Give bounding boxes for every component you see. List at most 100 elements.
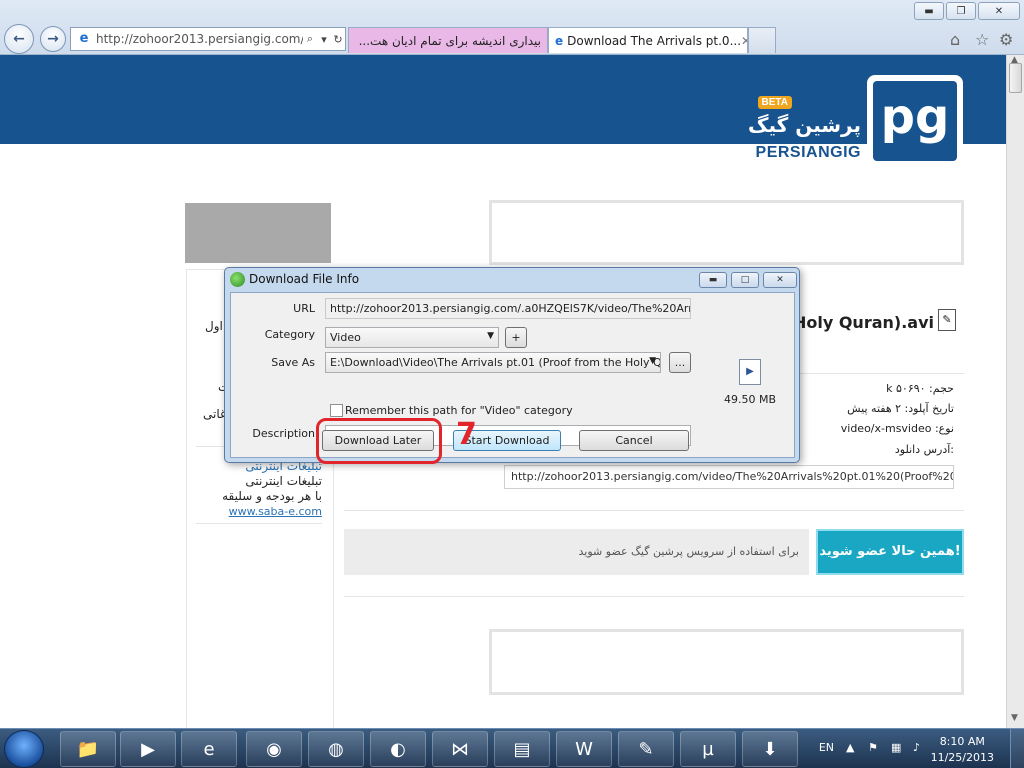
utorrent-taskbar-icon[interactable]: µ bbox=[680, 731, 736, 767]
scroll-down-icon[interactable]: ▼ bbox=[1011, 713, 1018, 723]
file-document-icon: ✎ bbox=[938, 309, 956, 331]
address-url[interactable]: http://zohoor2013.persiangig.com/v bbox=[96, 32, 303, 46]
step-number: 7 bbox=[456, 417, 477, 452]
maximize-button[interactable]: ❐ bbox=[946, 2, 976, 20]
address-bar[interactable]: e http://zohoor2013.persiangig.com/v ⌕ ▾… bbox=[70, 27, 346, 51]
divider bbox=[344, 596, 964, 597]
site-logo[interactable]: pg bbox=[867, 75, 963, 167]
minimize-icon: ▬ bbox=[924, 5, 934, 17]
media-player-taskbar-icon[interactable]: ▶ bbox=[120, 731, 176, 767]
forward-button[interactable]: → bbox=[40, 26, 66, 52]
side-ad-line: با هر بودجه و سلیقه bbox=[222, 489, 322, 503]
side-ad-line: تبلیغات اینترنتی bbox=[245, 474, 322, 488]
save-as-value: E:\Download\Video\The Arrivals pt.01 (Pr… bbox=[330, 356, 661, 369]
divider bbox=[196, 523, 322, 524]
download-file-info-dialog: Download File Info ▬ □ ✕ URL http://zoho… bbox=[224, 267, 800, 463]
side-ad-link[interactable]: www.saba-e.com bbox=[196, 504, 322, 519]
tab-label: Download The Arrivals pt.0... bbox=[567, 33, 742, 48]
side-ad: تبلیغات اینترنتی تبلیغات اینترنتی با هر … bbox=[196, 459, 322, 519]
back-button[interactable]: ← bbox=[4, 24, 34, 54]
paint-taskbar-icon[interactable]: ✎ bbox=[618, 731, 674, 767]
action-center-flag-icon[interactable]: ⚑ bbox=[868, 741, 878, 754]
download-address-label: :آدرس دانلود bbox=[894, 443, 954, 456]
file-size-meta: حجم: ۵۰۶۹۰ k bbox=[886, 382, 954, 395]
file-size: 49.50 MB bbox=[724, 393, 777, 406]
language-indicator[interactable]: EN bbox=[819, 741, 834, 754]
new-tab-button[interactable] bbox=[748, 27, 776, 53]
forward-arrow-icon: → bbox=[47, 31, 59, 47]
scroll-thumb[interactable] bbox=[1009, 63, 1022, 93]
logo-text-en: PERSIANGIG bbox=[755, 144, 861, 161]
tab-persian-site[interactable]: بیداری اندیشه برای تمام ادیان هت... bbox=[348, 27, 548, 53]
gear-icon[interactable]: ⚙ bbox=[999, 30, 1013, 49]
dropdown-icon[interactable]: ▾ bbox=[317, 33, 331, 46]
explorer-taskbar-icon[interactable]: 📁 bbox=[60, 731, 116, 767]
chevron-down-icon: ▼ bbox=[487, 331, 494, 341]
remember-path-label: Remember this path for "Video" category bbox=[345, 404, 573, 417]
home-icon[interactable]: ⌂ bbox=[950, 30, 960, 49]
ie-page-icon: e bbox=[79, 31, 89, 46]
clock-time: 8:10 AM bbox=[939, 735, 985, 748]
upload-date-meta: تاریخ آپلود: ۲ هفته پیش bbox=[847, 402, 954, 415]
left-text: اول bbox=[205, 319, 223, 333]
download-url-field[interactable]: http://zohoor2013.persiangig.com/video/T… bbox=[504, 465, 954, 489]
visual-studio-taskbar-icon[interactable]: ⋈ bbox=[432, 731, 488, 767]
vertical-scrollbar[interactable]: ▲ ▼ bbox=[1006, 55, 1024, 728]
description-label: Description bbox=[252, 427, 315, 440]
idm-taskbar-icon[interactable]: ⬇ bbox=[742, 731, 798, 767]
minimize-icon: ▬ bbox=[708, 275, 718, 285]
idm-icon bbox=[230, 272, 245, 287]
network-icon[interactable]: ▦ bbox=[891, 741, 901, 754]
join-text: برای استفاده از سرویس پرشین گیگ عضو شوید bbox=[578, 545, 799, 558]
category-value: Video bbox=[330, 331, 361, 344]
beta-badge: BETA bbox=[757, 96, 792, 109]
volume-icon[interactable]: ♪ bbox=[913, 741, 920, 754]
firefox-taskbar-icon[interactable]: ◍ bbox=[308, 731, 364, 767]
save-as-select[interactable]: E:\Download\Video\The Arrivals pt.01 (Pr… bbox=[325, 352, 661, 373]
url-field[interactable]: http://zohoor2013.persiangig.com/.a0HZQE… bbox=[325, 298, 691, 319]
category-select[interactable]: Video ▼ bbox=[325, 327, 499, 348]
highlight-circle bbox=[316, 418, 442, 464]
logo-text-fa: پرشین گیگ bbox=[747, 113, 861, 137]
favorites-star-icon[interactable]: ☆ bbox=[975, 30, 989, 49]
join-message-box: برای استفاده از سرویس پرشین گیگ عضو شوید bbox=[344, 529, 809, 575]
refresh-icon[interactable]: ↻ bbox=[331, 33, 345, 46]
search-icon[interactable]: ⌕ bbox=[303, 32, 317, 46]
close-window-button[interactable]: ✕ bbox=[978, 2, 1020, 20]
close-tab-icon[interactable]: ✕ bbox=[741, 34, 747, 48]
close-icon: ✕ bbox=[994, 5, 1004, 17]
window-controls: ▬ ❐ ✕ bbox=[914, 2, 1020, 20]
url-label: URL bbox=[293, 302, 315, 315]
tab-label: بیداری اندیشه برای تمام ادیان هت... bbox=[358, 33, 541, 48]
dialog-close-button[interactable]: ✕ bbox=[763, 272, 797, 288]
restore-icon: ❐ bbox=[956, 5, 966, 17]
chrome-taskbar-icon[interactable]: ◉ bbox=[246, 731, 302, 767]
file-type-meta: نوع: video/x-msvideo bbox=[840, 422, 954, 435]
join-now-button[interactable]: همین حالا عضو شوید! bbox=[816, 529, 964, 575]
add-category-button[interactable]: + bbox=[505, 327, 527, 348]
cancel-button[interactable]: Cancel bbox=[579, 430, 689, 451]
dialog-minimize-button[interactable]: ▬ bbox=[699, 272, 727, 288]
gray-ad-placeholder[interactable] bbox=[185, 203, 331, 263]
browse-button[interactable]: ... bbox=[669, 352, 691, 373]
minimize-button[interactable]: ▬ bbox=[914, 2, 944, 20]
dialog-maximize-button[interactable]: □ bbox=[731, 272, 759, 288]
app-taskbar-icon[interactable]: ◐ bbox=[370, 731, 426, 767]
chevron-down-icon: ▼ bbox=[649, 356, 656, 366]
show-hidden-icons[interactable]: ▲ bbox=[846, 741, 854, 754]
system-monitor-taskbar-icon[interactable]: ▤ bbox=[494, 731, 550, 767]
show-desktop-button[interactable] bbox=[1010, 729, 1024, 768]
clock-date: 11/25/2013 bbox=[930, 751, 994, 764]
logo-mark: pg bbox=[873, 81, 957, 161]
start-button[interactable] bbox=[4, 730, 44, 768]
left-text: غاتی bbox=[203, 407, 227, 421]
video-file-icon: ▶ bbox=[739, 359, 761, 385]
clock[interactable]: 8:10 AM 11/25/2013 bbox=[931, 734, 994, 766]
dialog-title: Download File Info bbox=[249, 272, 360, 286]
ad-frame-top bbox=[489, 200, 964, 265]
close-icon: ✕ bbox=[776, 275, 784, 285]
word-taskbar-icon[interactable]: W bbox=[556, 731, 612, 767]
tab-download[interactable]: e Download The Arrivals pt.0... ✕ bbox=[548, 27, 748, 53]
remember-path-checkbox[interactable] bbox=[330, 404, 343, 417]
ie-taskbar-icon[interactable]: e bbox=[181, 731, 237, 767]
